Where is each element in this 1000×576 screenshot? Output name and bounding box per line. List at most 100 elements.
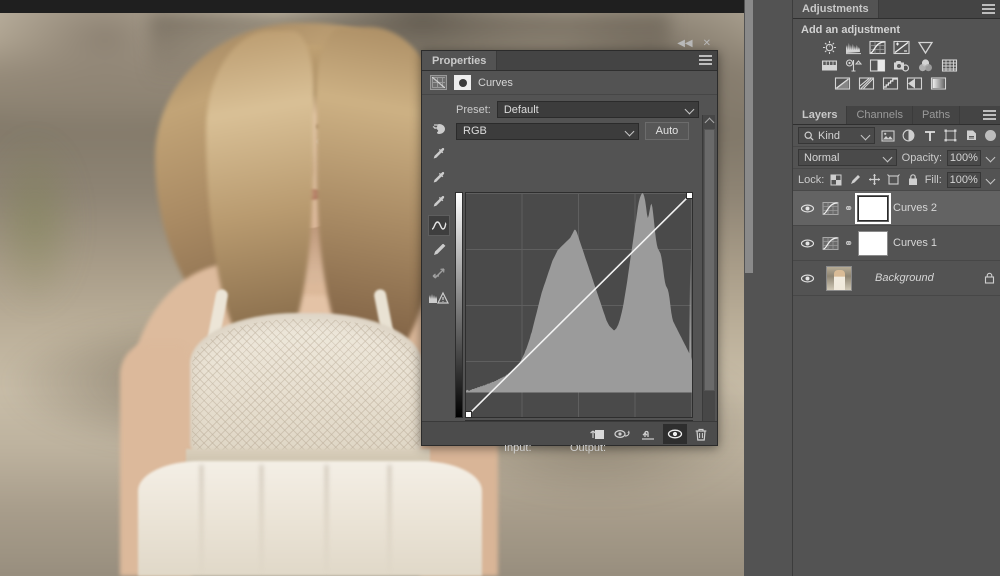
- collapse-to-icons-icon[interactable]: ◀◀: [677, 39, 692, 49]
- lock-image-pixels-icon[interactable]: [848, 173, 862, 187]
- layer-mask-link-icon[interactable]: ⚭: [844, 202, 853, 215]
- layer-mask-icon[interactable]: [454, 75, 471, 90]
- layer-filter-row: Kind: [793, 125, 1000, 147]
- layer-mask-thumbnail[interactable]: [855, 192, 891, 224]
- posterize-icon[interactable]: [858, 76, 875, 91]
- properties-scrollbar[interactable]: [702, 115, 715, 442]
- smooth-curve-tool[interactable]: [428, 263, 450, 284]
- canvas-vertical-scrollbar[interactable]: [745, 0, 753, 273]
- brightness-contrast-icon[interactable]: [821, 40, 838, 55]
- tab-paths[interactable]: Paths: [912, 106, 961, 124]
- layer-name[interactable]: Background: [875, 272, 979, 284]
- clipping-warning-tool[interactable]: [428, 287, 450, 308]
- hue-saturation-icon[interactable]: [821, 58, 838, 73]
- black-point-eyedropper[interactable]: [428, 143, 450, 164]
- opacity-value: 100%: [949, 151, 978, 164]
- tab-layers[interactable]: Layers: [793, 106, 848, 124]
- toggle-layer-visibility-button[interactable]: [663, 423, 687, 444]
- color-balance-icon[interactable]: [845, 58, 862, 73]
- opacity-input[interactable]: 100%: [947, 149, 981, 166]
- curves-icon[interactable]: [869, 40, 886, 55]
- right-dock: Adjustments Add an adjustment Layers Cha…: [792, 0, 1000, 576]
- filter-pixel-layers-icon[interactable]: [880, 128, 896, 143]
- layer-row-curves-2[interactable]: ⚭ Curves 2: [793, 191, 1000, 226]
- curves-thumbnail[interactable]: [822, 236, 839, 251]
- vibrance-icon[interactable]: [917, 40, 934, 55]
- blend-mode-select[interactable]: Normal: [798, 149, 897, 166]
- fill-input[interactable]: 100%: [946, 171, 981, 188]
- curve-point-tool[interactable]: [428, 215, 450, 236]
- photo-filter-icon[interactable]: [893, 58, 910, 73]
- photo-thumbnail[interactable]: [826, 265, 852, 291]
- filter-shape-layers-icon[interactable]: [943, 128, 959, 143]
- filter-smart-object-icon[interactable]: [963, 128, 979, 143]
- curves-thumbnail[interactable]: [822, 201, 839, 216]
- layer-row-background[interactable]: Background: [793, 261, 1000, 296]
- layer-mask-thumbnail[interactable]: [858, 230, 888, 256]
- layer-filter-kind-select[interactable]: Kind: [798, 127, 876, 144]
- delete-adjustment-layer-button[interactable]: [689, 424, 713, 444]
- tab-paths-label: Paths: [921, 109, 951, 121]
- curve-black-point-handle[interactable]: [465, 411, 472, 418]
- filter-adjustment-layers-icon[interactable]: [901, 128, 917, 143]
- panel-window-controls: ◀◀ ✕: [677, 39, 711, 49]
- lock-position-icon[interactable]: [867, 173, 881, 187]
- panel-menu-icon[interactable]: [699, 55, 712, 66]
- black-and-white-icon[interactable]: [869, 58, 886, 73]
- layer-mask-link-icon[interactable]: ⚭: [844, 237, 853, 250]
- layer-name[interactable]: Curves 1: [893, 237, 995, 249]
- pencil-draw-curve-tool[interactable]: [428, 239, 450, 260]
- selective-color-icon[interactable]: [906, 76, 923, 91]
- tab-adjustments[interactable]: Adjustments: [793, 0, 879, 18]
- invert-icon[interactable]: [834, 76, 851, 91]
- reset-adjustment-button[interactable]: [637, 424, 661, 444]
- preset-label: Preset:: [456, 103, 491, 116]
- tab-layers-label: Layers: [802, 109, 838, 121]
- curves-graph[interactable]: [465, 192, 693, 418]
- threshold-icon[interactable]: [882, 76, 899, 91]
- clip-to-layer-button[interactable]: [585, 424, 609, 444]
- layer-visibility-toggle[interactable]: [797, 273, 817, 284]
- channel-select[interactable]: RGB: [456, 122, 639, 140]
- fill-stepper[interactable]: [985, 172, 996, 188]
- chevron-down-icon: [684, 104, 695, 115]
- layer-row-curves-1[interactable]: ⚭ Curves 1: [793, 226, 1000, 261]
- on-image-adjust-tool[interactable]: [428, 119, 450, 140]
- channel-mixer-icon[interactable]: [917, 58, 934, 73]
- tab-channels[interactable]: Channels: [847, 106, 913, 124]
- layer-visibility-toggle[interactable]: [797, 238, 817, 249]
- levels-icon[interactable]: [845, 40, 862, 55]
- opacity-stepper[interactable]: [985, 150, 996, 166]
- tone-curve-line[interactable]: [466, 193, 692, 418]
- background-foliage: [0, 133, 80, 313]
- chevron-down-icon: [985, 174, 996, 185]
- exposure-icon[interactable]: [893, 40, 910, 55]
- close-panel-icon[interactable]: ✕: [703, 39, 711, 49]
- curves-icon[interactable]: [430, 75, 447, 90]
- panel-menu-icon[interactable]: [982, 4, 995, 15]
- gradient-map-icon[interactable]: [930, 76, 947, 91]
- lock-all-icon[interactable]: [984, 272, 995, 284]
- layer-name[interactable]: Curves 2: [893, 202, 995, 214]
- layer-visibility-toggle[interactable]: [797, 203, 817, 214]
- lock-transparent-pixels-icon[interactable]: [829, 173, 843, 187]
- chevron-up-icon[interactable]: [704, 117, 715, 128]
- preset-select[interactable]: Default: [496, 101, 699, 118]
- lock-artboard-nesting-icon[interactable]: [887, 173, 901, 187]
- chevron-down-icon: [860, 130, 871, 141]
- auto-button[interactable]: Auto: [645, 122, 689, 140]
- lock-all-icon[interactable]: [906, 173, 920, 187]
- scrollbar-thumb[interactable]: [704, 129, 715, 391]
- filter-type-layers-icon[interactable]: [922, 128, 938, 143]
- white-point-eyedropper[interactable]: [428, 191, 450, 212]
- tab-properties-label: Properties: [432, 54, 487, 67]
- color-lookup-icon[interactable]: [941, 58, 958, 73]
- gray-point-eyedropper[interactable]: [428, 167, 450, 188]
- curve-white-point-handle[interactable]: [686, 192, 693, 199]
- properties-panel[interactable]: ◀◀ ✕ Properties Curves Preset: Default R…: [421, 39, 718, 454]
- panel-menu-icon[interactable]: [983, 110, 996, 121]
- tab-properties[interactable]: Properties: [422, 51, 498, 70]
- filter-enable-toggle[interactable]: [985, 130, 996, 141]
- output-gradient-bar: [455, 192, 463, 418]
- view-previous-state-button[interactable]: [611, 424, 635, 444]
